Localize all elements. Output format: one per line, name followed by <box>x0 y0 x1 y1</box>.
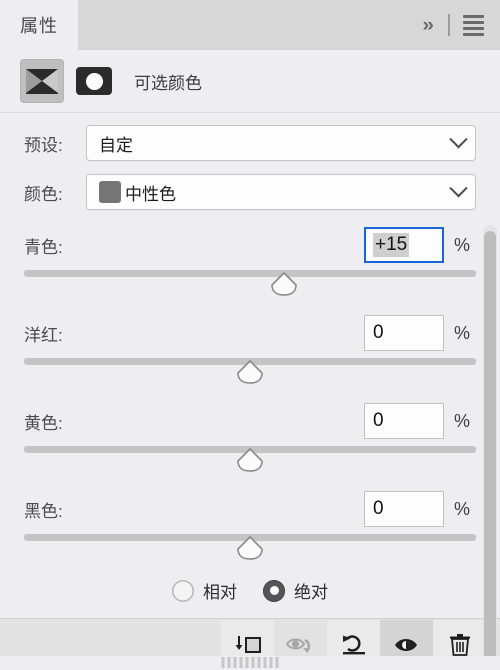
radio-absolute-label: 绝对 <box>294 583 328 602</box>
slider-thumb[interactable] <box>237 536 263 560</box>
radio-absolute[interactable]: 绝对 <box>263 578 328 603</box>
slider-track-area[interactable] <box>24 530 476 564</box>
slider-unit-label: % <box>454 498 471 519</box>
tab-bar-filler <box>78 0 423 50</box>
slider-label: 洋红: <box>24 325 63 345</box>
slider-track-area[interactable] <box>24 442 476 476</box>
preset-value: 自定 <box>99 135 133 155</box>
radio-relative-label: 相对 <box>203 583 237 602</box>
color-swatch <box>99 181 121 203</box>
visibility-eye-icon <box>394 638 417 651</box>
panel-body: 预设: 自定 颜色: 中性色 青色: +15% 洋红: 0% 黄色: 0% 黑色: 0% <box>0 112 500 670</box>
selective-color-adjustment-icon[interactable] <box>20 59 64 103</box>
colors-value: 中性色 <box>125 184 176 204</box>
slider-header: 洋红: 0% <box>24 314 476 352</box>
slider-value-input[interactable]: 0 <box>364 491 444 527</box>
toolbar-divider <box>448 14 450 36</box>
layer-mask-thumbnail-icon[interactable] <box>76 67 112 95</box>
slider-label: 黑色: <box>24 501 63 521</box>
chevron-down-icon[interactable] <box>449 129 468 148</box>
tab-properties[interactable]: 属性 <box>0 0 78 50</box>
slider-label: 青色: <box>24 237 63 257</box>
reset-icon <box>342 634 365 654</box>
slider-value-input[interactable]: +15 <box>364 227 444 263</box>
resize-grip[interactable] <box>221 657 279 668</box>
slider-thumb[interactable] <box>271 272 297 296</box>
slider-header: 黄色: 0% <box>24 402 476 440</box>
adjustment-header: 可选颜色 <box>0 50 500 112</box>
scrollbar-thumb[interactable] <box>484 231 496 670</box>
slider-label: 黄色: <box>24 413 63 433</box>
slider-track[interactable] <box>24 270 476 277</box>
slider-track-area[interactable] <box>24 354 476 388</box>
slider-value-input[interactable]: 0 <box>364 403 444 439</box>
page-title: 可选颜色 <box>134 73 202 93</box>
slider-unit-label: % <box>454 234 471 255</box>
colors-row: 颜色: 中性色 <box>24 174 476 210</box>
preset-row: 预设: 自定 <box>24 125 476 161</box>
chevron-down-icon[interactable] <box>449 178 468 197</box>
slider-thumb[interactable] <box>237 360 263 384</box>
tab-properties-label: 属性 <box>20 16 58 36</box>
hamburger-menu-icon[interactable] <box>463 14 484 36</box>
method-radio-group: 相对 绝对 <box>24 578 476 603</box>
delete-trash-icon <box>449 633 470 656</box>
properties-panel: 属性 » 可选颜色 预设: 自定 颜色: 中性色 青色: +15 % 洋红: 0… <box>0 0 500 670</box>
slider-unit-label: % <box>454 410 471 431</box>
slider-row: 黄色: 0% <box>24 402 476 476</box>
tab-bar-controls: » <box>423 0 500 50</box>
colors-value-wrap: 中性色 <box>99 180 452 205</box>
slider-row: 青色: +15% <box>24 226 476 300</box>
slider-header: 青色: +15% <box>24 226 476 264</box>
preset-select[interactable]: 自定 <box>86 125 476 161</box>
slider-unit-label: % <box>454 322 471 343</box>
slider-thumb[interactable] <box>237 448 263 472</box>
slider-value-text: +15 <box>373 233 410 257</box>
colors-select[interactable]: 中性色 <box>86 174 476 210</box>
clip-to-layer-icon <box>235 635 261 653</box>
radio-absolute-indicator[interactable] <box>263 579 285 602</box>
slider-row: 黑色: 0% <box>24 490 476 564</box>
slider-value-text: 0 <box>373 322 384 343</box>
slider-value-text: 0 <box>373 498 384 519</box>
preset-label: 预设: <box>24 135 63 155</box>
radio-relative-indicator[interactable] <box>172 579 194 602</box>
radio-relative[interactable]: 相对 <box>172 578 237 603</box>
slider-row: 洋红: 0% <box>24 314 476 388</box>
toggle-previous-state-icon <box>285 638 310 653</box>
vertical-scrollbar[interactable] <box>483 225 497 670</box>
colors-label: 颜色: <box>24 184 63 204</box>
slider-track-area[interactable] <box>24 266 476 300</box>
chevron-double-right-icon[interactable]: » <box>423 16 436 35</box>
slider-value-input[interactable]: 0 <box>364 315 444 351</box>
slider-group: 青色: +15% 洋红: 0% 黄色: 0% 黑色: 0% <box>24 226 476 564</box>
panel-tab-bar: 属性 » <box>0 0 500 50</box>
slider-header: 黑色: 0% <box>24 490 476 528</box>
slider-value-text: 0 <box>373 410 384 431</box>
